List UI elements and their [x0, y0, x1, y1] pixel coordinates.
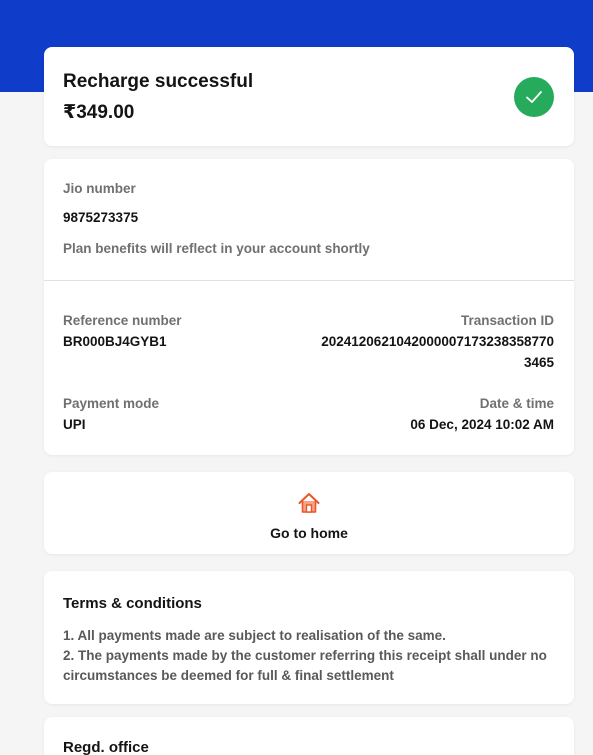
terms-item: 2. The payments made by the customer ref…: [63, 648, 547, 683]
terms-list: 1. All payments made are subject to real…: [63, 626, 558, 686]
success-badge: [514, 77, 554, 117]
check-icon: [526, 91, 542, 103]
office-title: Regd. office: [63, 739, 149, 755]
jio-number-label: Jio number: [63, 181, 136, 196]
home-icon: [298, 493, 320, 513]
go-home-label: Go to home: [270, 525, 348, 541]
datetime-label: Date & time: [479, 396, 554, 411]
plan-note: Plan benefits will reflect in your accou…: [63, 241, 370, 256]
go-home-button[interactable]: Go to home: [44, 472, 574, 554]
amount-value: ₹349.00: [63, 102, 135, 123]
terms-title: Terms & conditions: [63, 595, 202, 612]
reference-label: Reference number: [63, 313, 182, 328]
jio-number-value: 9875273375: [63, 210, 139, 225]
transaction-label: Transaction ID: [460, 313, 554, 328]
datetime-value: 06 Dec, 2024 10:02 AM: [410, 417, 554, 432]
payment-mode-value: UPI: [63, 417, 86, 432]
terms-card: Terms & conditions 1. All payments made …: [44, 571, 574, 704]
reference-value: BR000BJ4GYB1: [63, 334, 167, 349]
payment-mode-label: Payment mode: [63, 396, 160, 411]
transaction-value-line1: 202412062104200000717323835877​0: [321, 334, 554, 349]
status-title: Recharge successful: [63, 71, 254, 92]
transaction-value-line2: 3465: [523, 355, 554, 370]
status-card: Recharge successful ₹349.00: [44, 47, 574, 146]
details-card: Jio number 9875273375 Plan benefits will…: [44, 159, 574, 455]
terms-item: 1. All payments made are subject to real…: [63, 628, 446, 643]
office-card: Regd. office: [44, 717, 574, 755]
divider: [44, 280, 574, 281]
